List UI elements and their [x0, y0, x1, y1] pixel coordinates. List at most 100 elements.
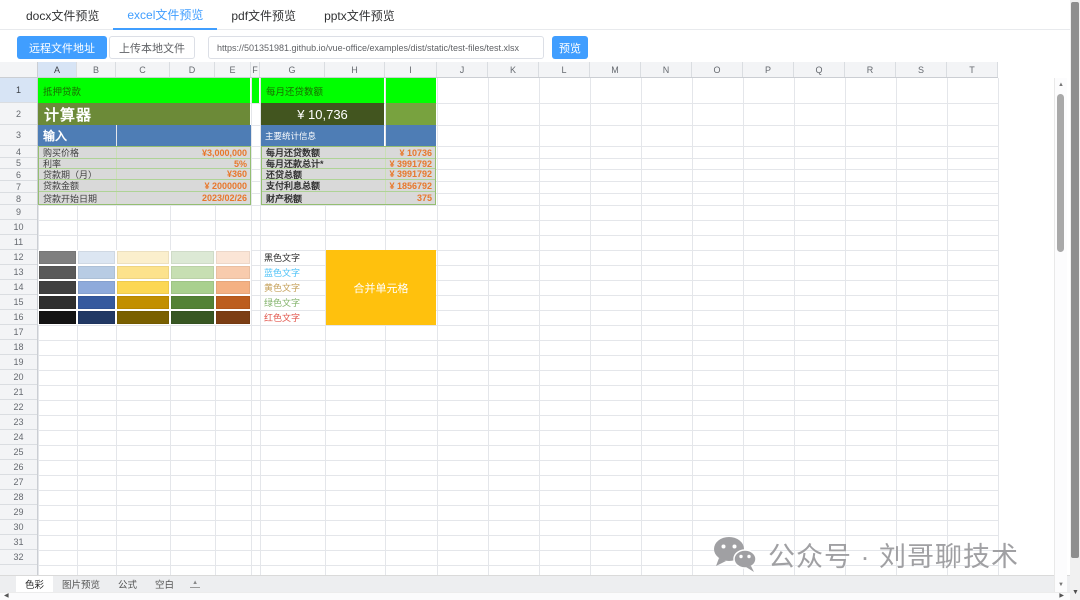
- row-header[interactable]: 23: [0, 415, 37, 430]
- row-header[interactable]: 8: [0, 193, 37, 205]
- row-header[interactable]: 26: [0, 460, 37, 475]
- column-header[interactable]: B: [77, 62, 116, 77]
- column-header[interactable]: G: [260, 62, 325, 77]
- column-header[interactable]: R: [845, 62, 896, 77]
- palette-cell[interactable]: [215, 250, 251, 265]
- loan-input-row[interactable]: 购买价格 ¥3,000,000: [39, 147, 250, 159]
- row-header[interactable]: 31: [0, 535, 37, 550]
- palette-cell[interactable]: [77, 310, 116, 325]
- cell-lime-i1[interactable]: [386, 78, 436, 103]
- column-header[interactable]: S: [896, 62, 947, 77]
- color-text-cell[interactable]: 红色文字: [261, 310, 325, 325]
- tab-excel-preview[interactable]: excel文件预览: [113, 0, 217, 30]
- select-all-corner[interactable]: [0, 62, 38, 78]
- loan-stats-row[interactable]: 还贷总额 ¥ 3991792: [262, 169, 435, 180]
- loan-stats-row[interactable]: 支付利息总额 ¥ 1856792: [262, 180, 435, 192]
- scrollbar-thumb[interactable]: [1057, 94, 1064, 252]
- row-header[interactable]: 4: [0, 146, 37, 158]
- cell-green-i2[interactable]: [386, 103, 436, 125]
- palette-cell[interactable]: [215, 265, 251, 280]
- row-header[interactable]: 22: [0, 400, 37, 415]
- palette-cell[interactable]: [77, 250, 116, 265]
- sheet-vertical-scrollbar[interactable]: ▲ ▼: [1054, 78, 1067, 592]
- browser-scrollbar-thumb[interactable]: [1071, 2, 1079, 558]
- column-header[interactable]: A: [38, 62, 77, 77]
- row-header[interactable]: 1: [0, 78, 37, 103]
- loan-input-row[interactable]: 贷款金额 ¥ 2000000: [39, 180, 250, 192]
- column-header[interactable]: N: [641, 62, 692, 77]
- row-header[interactable]: 12: [0, 250, 37, 265]
- column-header[interactable]: K: [488, 62, 539, 77]
- row-header[interactable]: 32: [0, 550, 37, 565]
- palette-cell[interactable]: [38, 250, 77, 265]
- color-text-cell[interactable]: 黄色文字: [261, 280, 325, 295]
- palette-cell[interactable]: [38, 280, 77, 295]
- cell-calculator-title[interactable]: 计算器: [38, 103, 250, 125]
- loan-input-row[interactable]: 贷款期（月） ¥360: [39, 169, 250, 180]
- scroll-right-icon[interactable]: ▶: [1059, 593, 1064, 600]
- loan-stats-row[interactable]: 每月还贷数额 ¥ 10736: [262, 147, 435, 159]
- column-header[interactable]: O: [692, 62, 743, 77]
- palette-cell[interactable]: [77, 280, 116, 295]
- row-header[interactable]: 19: [0, 355, 37, 370]
- column-header[interactable]: J: [437, 62, 488, 77]
- row-header[interactable]: 20: [0, 370, 37, 385]
- loan-input-row[interactable]: 利率 5%: [39, 159, 250, 169]
- browser-scroll-down-icon[interactable]: ▼: [1072, 589, 1079, 596]
- cell-blue-i3[interactable]: [386, 125, 436, 146]
- loan-input-row[interactable]: 贷款开始日期 2023/02/26: [39, 192, 250, 204]
- cell-monthly-title[interactable]: 每月还贷数额: [261, 78, 384, 103]
- column-header[interactable]: M: [590, 62, 641, 77]
- horizontal-scrollbar[interactable]: ◀ ▶: [0, 592, 1070, 600]
- row-header[interactable]: 29: [0, 505, 37, 520]
- palette-cell[interactable]: [38, 265, 77, 280]
- row-header[interactable]: 21: [0, 385, 37, 400]
- column-header[interactable]: C: [116, 62, 170, 77]
- sheet-tab-blank[interactable]: 空白: [146, 576, 183, 592]
- browser-vertical-scrollbar[interactable]: ▼: [1070, 0, 1080, 600]
- upload-local-button[interactable]: 上传本地文件: [109, 36, 195, 59]
- tab-docx-preview[interactable]: docx文件预览: [12, 0, 113, 30]
- cell-mortgage-title[interactable]: 抵押贷款: [38, 78, 250, 103]
- tab-pdf-preview[interactable]: pdf文件预览: [217, 0, 310, 30]
- row-header[interactable]: 13: [0, 265, 37, 280]
- cell-stats-header[interactable]: 主要统计信息: [261, 125, 384, 146]
- tab-pptx-preview[interactable]: pptx文件预览: [310, 0, 409, 30]
- row-header[interactable]: 25: [0, 445, 37, 460]
- column-header[interactable]: L: [539, 62, 590, 77]
- palette-cell[interactable]: [38, 295, 77, 310]
- color-text-cell[interactable]: 绿色文字: [261, 295, 325, 310]
- row-header[interactable]: 3: [0, 125, 37, 146]
- row-header[interactable]: 18: [0, 340, 37, 355]
- merged-cell[interactable]: 合并单元格: [326, 250, 436, 325]
- cell-blue-c3[interactable]: [117, 125, 251, 146]
- palette-cell[interactable]: [215, 310, 251, 325]
- row-header[interactable]: 5: [0, 158, 37, 169]
- column-header[interactable]: I: [385, 62, 437, 77]
- column-header[interactable]: E: [215, 62, 251, 77]
- column-header[interactable]: T: [947, 62, 998, 77]
- palette-cell[interactable]: [77, 265, 116, 280]
- palette-cell[interactable]: [116, 265, 170, 280]
- row-header[interactable]: 9: [0, 205, 37, 220]
- column-header[interactable]: Q: [794, 62, 845, 77]
- sheet-tab-picture-preview[interactable]: 图片预览: [53, 576, 109, 592]
- sheet-tab-formula[interactable]: 公式: [109, 576, 146, 592]
- palette-cell[interactable]: [116, 295, 170, 310]
- color-text-cell[interactable]: 蓝色文字: [261, 265, 325, 280]
- palette-cell[interactable]: [215, 295, 251, 310]
- sheet-tab-colors[interactable]: 色彩: [16, 576, 53, 592]
- row-header[interactable]: 16: [0, 310, 37, 325]
- row-header[interactable]: 14: [0, 280, 37, 295]
- palette-cell[interactable]: [116, 250, 170, 265]
- row-header[interactable]: 2: [0, 103, 37, 125]
- row-header[interactable]: 6: [0, 169, 37, 181]
- remote-url-button[interactable]: 远程文件地址: [17, 36, 107, 59]
- scroll-left-icon[interactable]: ◀: [4, 593, 9, 600]
- row-header[interactable]: 17: [0, 325, 37, 340]
- row-header[interactable]: 28: [0, 490, 37, 505]
- url-input[interactable]: [208, 36, 544, 59]
- scroll-down-icon[interactable]: ▼: [1058, 582, 1064, 588]
- preview-button[interactable]: 预览: [552, 36, 588, 59]
- column-header[interactable]: D: [170, 62, 215, 77]
